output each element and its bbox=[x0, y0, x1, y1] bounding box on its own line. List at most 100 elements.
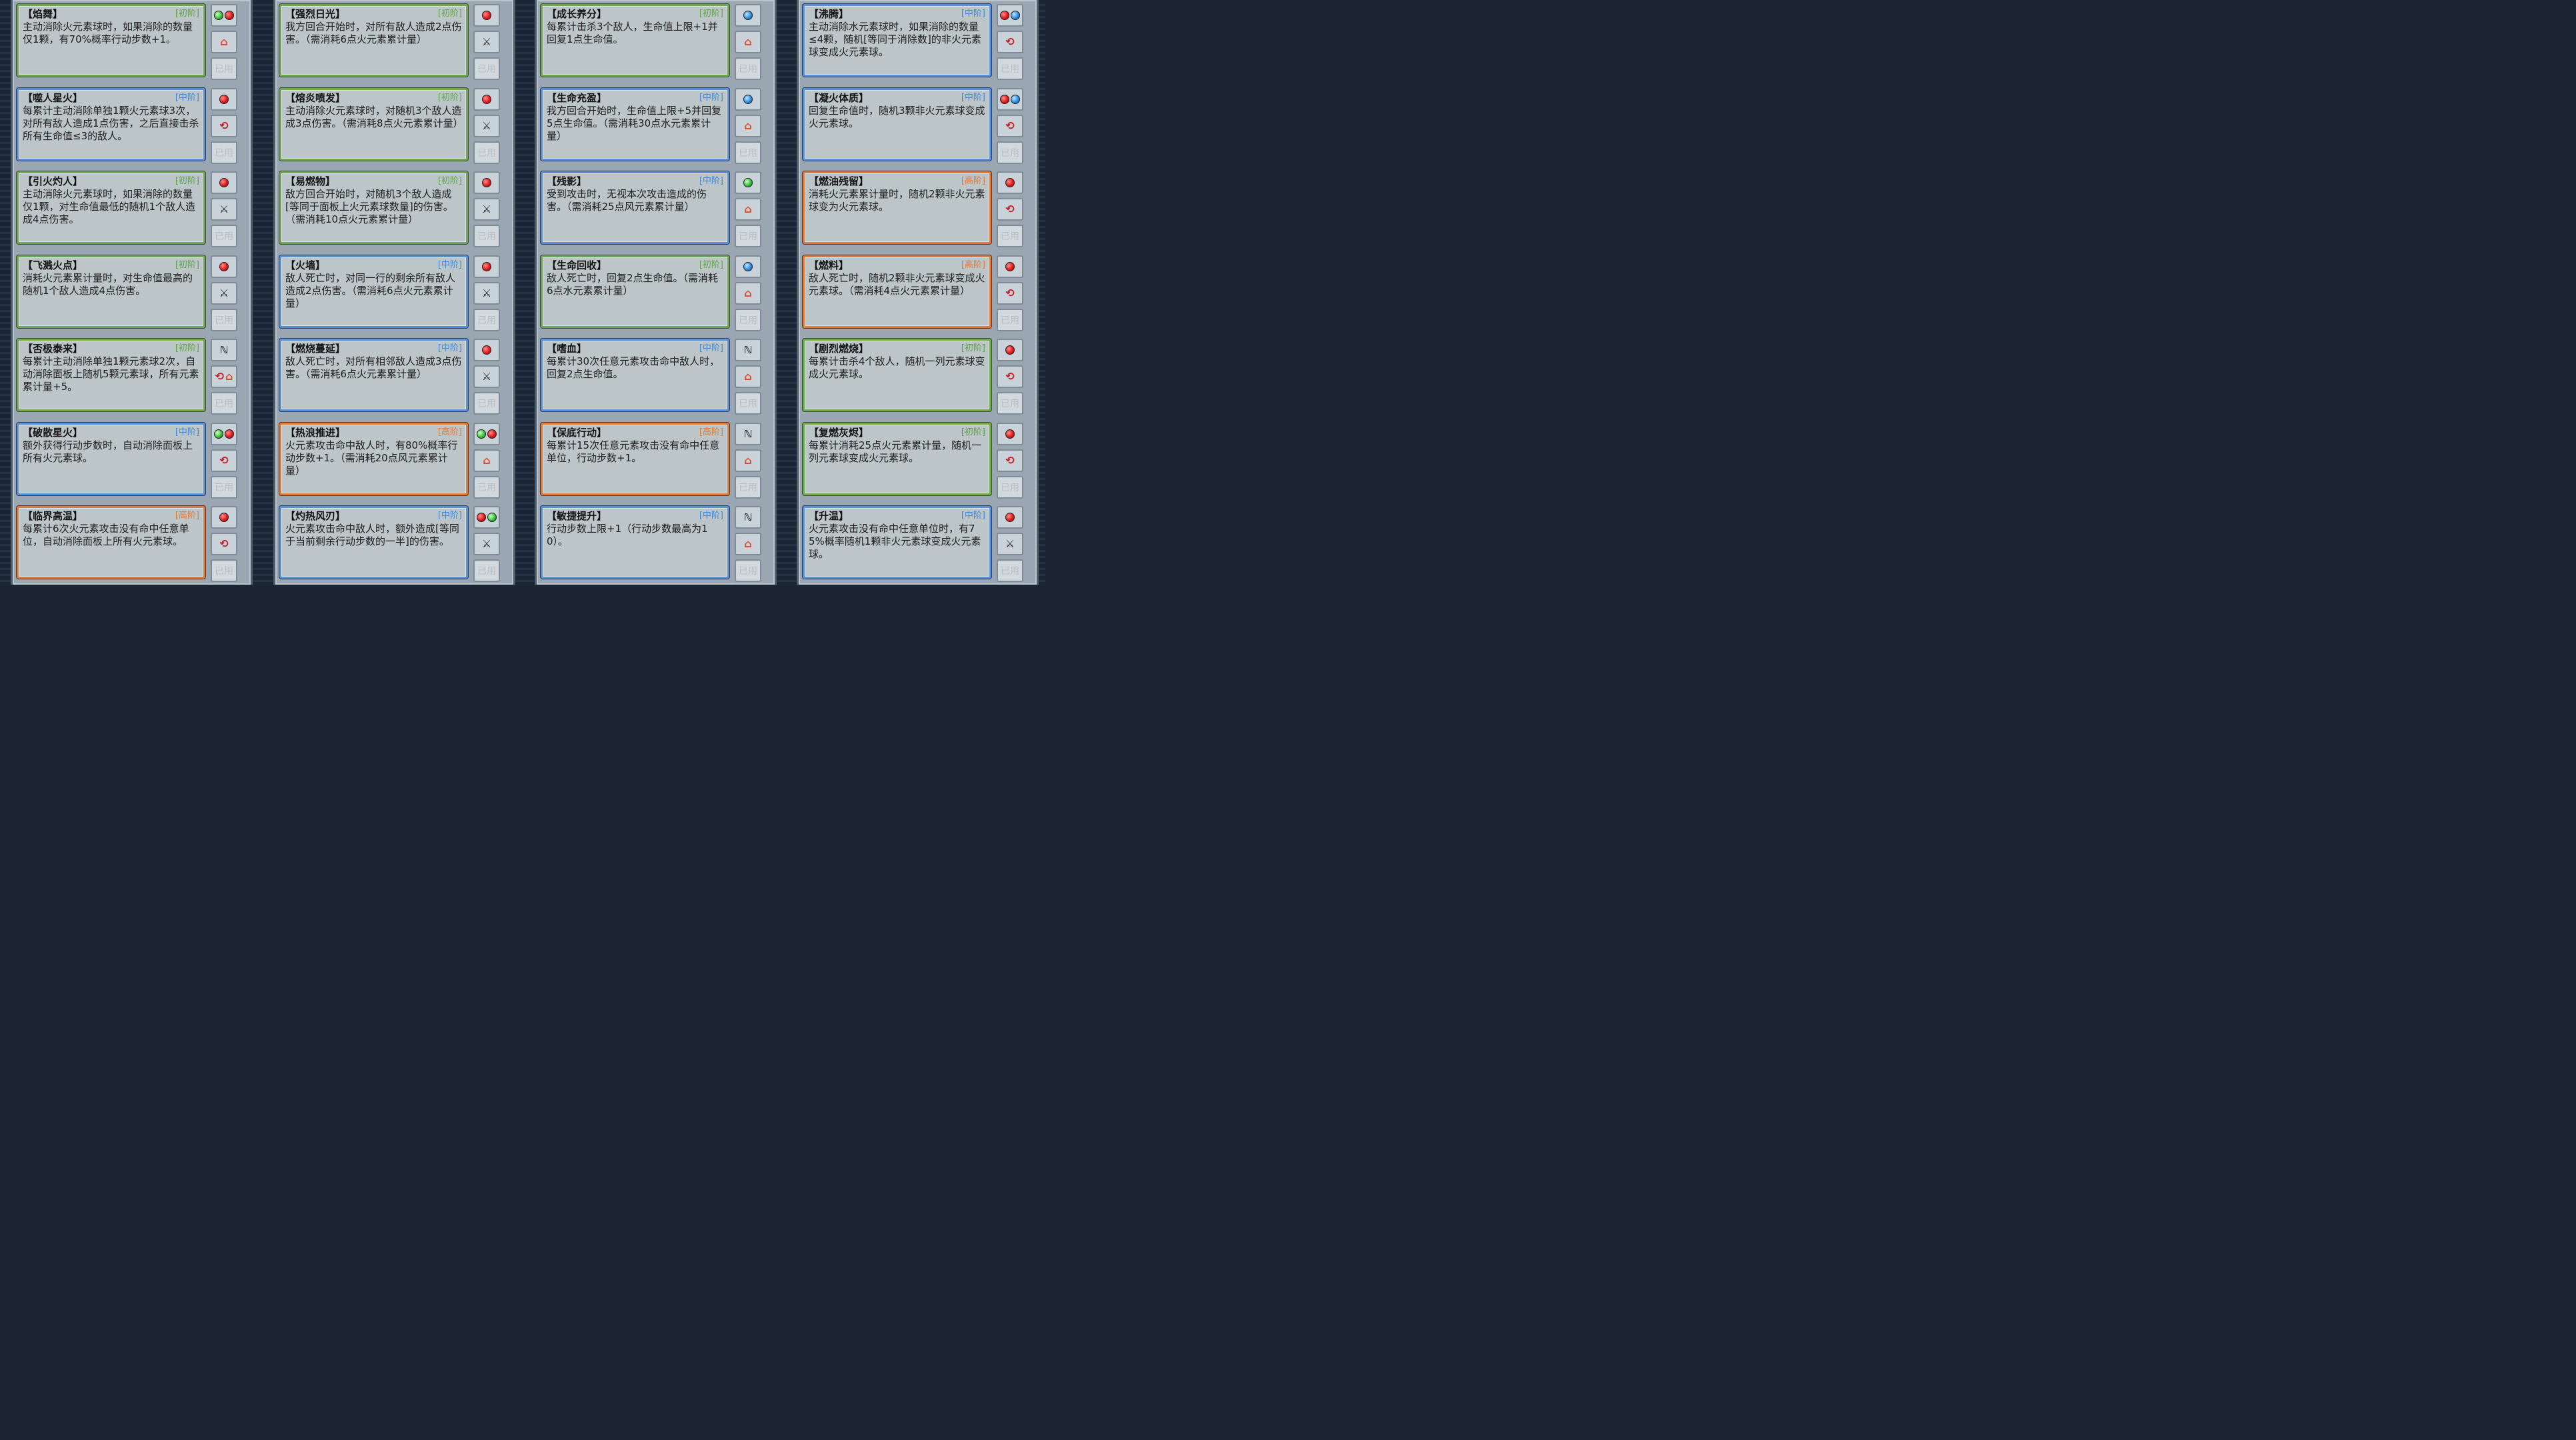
skill-side-controls: ⚔ 已用 bbox=[211, 255, 239, 331]
omni-element-icon: ℕ bbox=[743, 344, 753, 356]
used-button[interactable]: 已用 bbox=[473, 476, 500, 499]
skill-card[interactable]: 【复燃灰烬】 [初阶] 每累计消耗25点火元素累计量，随机一列元素球变成火元素球。 bbox=[803, 423, 991, 495]
skill-card[interactable]: 【临界高温】 [高阶] 每累计6次火元素攻击没有命中任意单位，自动消除面板上所有火元… bbox=[17, 506, 205, 579]
skill-card[interactable]: 【燃烧蔓延】 [中阶] 敌人死亡时，对所有相邻敌人造成3点伤害。（需消耗6点火元素累… bbox=[279, 339, 468, 411]
skill-card[interactable]: 【残影】 [中阶] 受到攻击时，无视本次攻击造成的伤害。（需消耗25点风元素累计量） bbox=[541, 171, 729, 244]
used-button[interactable]: 已用 bbox=[735, 392, 761, 415]
skill-name: 【残影】 bbox=[547, 175, 587, 187]
skill-row: 【引火灼人】 [初阶] 主动消除火元素球时，如果消除的数量仅1颗，对生命值最低的随机… bbox=[13, 169, 251, 253]
cycle-icon: ⟲ bbox=[1005, 203, 1015, 215]
used-button[interactable]: 已用 bbox=[997, 225, 1023, 247]
effect-type: ⚔ bbox=[211, 198, 237, 221]
skill-name: 【热浪推进】 bbox=[285, 427, 346, 439]
skill-card[interactable]: 【保底行动】 [高阶] 每累计15次任意元素攻击没有命中任意单位，行动步数+1。 bbox=[541, 423, 729, 495]
used-button[interactable]: 已用 bbox=[997, 392, 1023, 415]
element-requirement bbox=[211, 423, 237, 445]
used-button[interactable]: 已用 bbox=[473, 309, 500, 331]
used-button[interactable]: 已用 bbox=[473, 57, 500, 80]
effect-type: ⚔ bbox=[473, 282, 500, 305]
skill-card[interactable]: 【敏捷提升】 [中阶] 行动步数上限+1（行动步数最高为10）。 bbox=[541, 506, 729, 579]
element-requirement bbox=[735, 255, 761, 278]
skill-card[interactable]: 【凝火体质】 [中阶] 回复生命值时，随机3颗非火元素球变成火元素球。 bbox=[803, 88, 991, 161]
skill-name: 【熔炎喷发】 bbox=[285, 92, 346, 104]
skill-card[interactable]: 【生命回收】 [初阶] 敌人死亡时，回复2点生命值。（需消耗6点水元素累计量） bbox=[541, 255, 729, 328]
sword-icon: ⚔ bbox=[481, 287, 492, 299]
used-button[interactable]: 已用 bbox=[211, 57, 237, 80]
used-button[interactable]: 已用 bbox=[473, 225, 500, 247]
element-requirement bbox=[473, 423, 500, 445]
effect-type: ⌂ bbox=[735, 449, 761, 472]
element-requirement bbox=[997, 339, 1023, 361]
element-requirement bbox=[473, 506, 500, 529]
skill-card[interactable]: 【否极泰来】 [初阶] 每累计主动消除单独1颗元素球2次，自动消除面板上随机5颗元素… bbox=[17, 339, 205, 411]
skill-column-1: 【焰舞】 [初阶] 主动消除火元素球时，如果消除的数量仅1颗，有70%概率行动步数+… bbox=[11, 0, 253, 585]
skill-card[interactable]: 【成长养分】 [初阶] 每累计击杀3个敌人，生命值上限+1并回复1点生命值。 bbox=[541, 4, 729, 77]
element-requirement bbox=[211, 171, 237, 194]
skill-card[interactable]: 【飞溅火点】 [初阶] 消耗火元素累计量时，对生命值最高的随机1个敌人造成4点伤害。 bbox=[17, 255, 205, 328]
skill-name: 【燃烧蔓延】 bbox=[285, 343, 346, 355]
skill-side-controls: ⟲ 已用 bbox=[211, 506, 239, 582]
used-button[interactable]: 已用 bbox=[735, 225, 761, 247]
used-button[interactable]: 已用 bbox=[473, 559, 500, 582]
used-button[interactable]: 已用 bbox=[997, 559, 1023, 582]
used-button[interactable]: 已用 bbox=[735, 476, 761, 499]
skill-side-controls: ⚔ 已用 bbox=[211, 171, 239, 247]
skill-card[interactable]: 【生命充盈】 [中阶] 我方回合开始时，生命值上限+5并回复5点生命值。（需消耗30… bbox=[541, 88, 729, 161]
used-button[interactable]: 已用 bbox=[997, 57, 1023, 80]
sword-icon: ⚔ bbox=[481, 35, 492, 48]
used-button[interactable]: 已用 bbox=[473, 141, 500, 164]
used-button[interactable]: 已用 bbox=[211, 141, 237, 164]
skill-card[interactable]: 【热浪推进】 [高阶] 火元素攻击命中敌人时，有80%概率行动步数+1。（需消耗20… bbox=[279, 423, 468, 495]
skill-tier: [高阶] bbox=[961, 260, 985, 270]
skill-name: 【燃油残留】 bbox=[809, 175, 869, 187]
skill-card[interactable]: 【升温】 [中阶] 火元素攻击没有命中任意单位时，有75%概率随机1颗非火元素球变成… bbox=[803, 506, 991, 579]
used-button[interactable]: 已用 bbox=[211, 309, 237, 331]
skill-card[interactable]: 【燃料】 [高阶] 敌人死亡时，随机2颗非火元素球变成火元素球。（需消耗4点火元素累… bbox=[803, 255, 991, 328]
used-button[interactable]: 已用 bbox=[997, 476, 1023, 499]
skill-side-controls: ⟲ 已用 bbox=[997, 171, 1025, 247]
skill-card[interactable]: 【沸腾】 [中阶] 主动消除水元素球时，如果消除的数量≤4颗，随机[等同于消除数]的… bbox=[803, 4, 991, 77]
used-button[interactable]: 已用 bbox=[211, 476, 237, 499]
skill-card[interactable]: 【燃油残留】 [高阶] 消耗火元素累计量时，随机2颗非火元素球变为火元素球。 bbox=[803, 171, 991, 244]
wind-orb-icon bbox=[214, 429, 223, 439]
skill-card[interactable]: 【嗜血】 [中阶] 每累计30次任意元素攻击命中敌人时，回复2点生命值。 bbox=[541, 339, 729, 411]
used-button[interactable]: 已用 bbox=[735, 309, 761, 331]
skill-name: 【生命回收】 bbox=[547, 259, 607, 271]
skill-card[interactable]: 【强烈日光】 [初阶] 我方回合开始时，对所有敌人造成2点伤害。（需消耗6点火元素累… bbox=[279, 4, 468, 77]
skill-tier: [初阶] bbox=[437, 9, 462, 19]
used-button[interactable]: 已用 bbox=[473, 392, 500, 415]
skill-row: 【临界高温】 [高阶] 每累计6次火元素攻击没有命中任意单位，自动消除面板上所有火元… bbox=[13, 503, 251, 587]
fire-orb-icon bbox=[482, 95, 491, 104]
skill-card[interactable]: 【噬人星火】 [中阶] 每累计主动消除单独1颗火元素球3次，对所有敌人造成1点伤害，… bbox=[17, 88, 205, 161]
used-button[interactable]: 已用 bbox=[735, 559, 761, 582]
element-requirement bbox=[997, 88, 1023, 111]
element-requirement: ℕ bbox=[735, 423, 761, 445]
skill-side-controls: ⚔ 已用 bbox=[473, 171, 501, 247]
skill-card[interactable]: 【易燃物】 [初阶] 敌方回合开始时，对随机3个敌人造成[等同于面板上火元素球数量]… bbox=[279, 171, 468, 244]
skill-name: 【剧烈燃烧】 bbox=[809, 343, 869, 355]
skill-card[interactable]: 【熔炎喷发】 [初阶] 主动消除火元素球时，对随机3个敌人造成3点伤害。（需消耗8点… bbox=[279, 88, 468, 161]
house-icon: ⌂ bbox=[744, 537, 752, 550]
used-button[interactable]: 已用 bbox=[211, 225, 237, 247]
skill-name: 【飞溅火点】 bbox=[23, 259, 83, 271]
used-button[interactable]: 已用 bbox=[735, 57, 761, 80]
fire-orb-icon bbox=[1005, 345, 1015, 355]
cycle-icon: ⟲ bbox=[219, 119, 229, 132]
fire-orb-icon bbox=[482, 178, 491, 187]
wind-orb-icon bbox=[487, 513, 497, 522]
skill-card[interactable]: 【焰舞】 [初阶] 主动消除火元素球时，如果消除的数量仅1颗，有70%概率行动步数+… bbox=[17, 4, 205, 77]
skill-card[interactable]: 【破散星火】 [中阶] 额外获得行动步数时，自动消除面板上所有火元素球。 bbox=[17, 423, 205, 495]
effect-type: ⟲ ⌂ bbox=[211, 365, 237, 388]
wind-orb-icon bbox=[214, 11, 223, 20]
skill-row: 【易燃物】 [初阶] 敌方回合开始时，对随机3个敌人造成[等同于面板上火元素球数量]… bbox=[275, 169, 513, 253]
used-button[interactable]: 已用 bbox=[997, 309, 1023, 331]
used-button[interactable]: 已用 bbox=[735, 141, 761, 164]
skill-card[interactable]: 【引火灼人】 [初阶] 主动消除火元素球时，如果消除的数量仅1颗，对生命值最低的随机… bbox=[17, 171, 205, 244]
skill-card[interactable]: 【灼热风刃】 [中阶] 火元素攻击命中敌人时，额外造成[等同于当前剩余行动步数的一半… bbox=[279, 506, 468, 579]
skill-row: 【热浪推进】 [高阶] 火元素攻击命中敌人时，有80%概率行动步数+1。（需消耗20… bbox=[275, 420, 513, 504]
used-button[interactable]: 已用 bbox=[211, 392, 237, 415]
skill-card[interactable]: 【火墙】 [中阶] 敌人死亡时，对同一行的剩余所有敌人造成2点伤害。（需消耗6点火元… bbox=[279, 255, 468, 328]
used-button[interactable]: 已用 bbox=[211, 559, 237, 582]
skill-card[interactable]: 【剧烈燃烧】 [初阶] 每累计击杀4个敌人，随机一列元素球变成火元素球。 bbox=[803, 339, 991, 411]
used-button[interactable]: 已用 bbox=[997, 141, 1023, 164]
